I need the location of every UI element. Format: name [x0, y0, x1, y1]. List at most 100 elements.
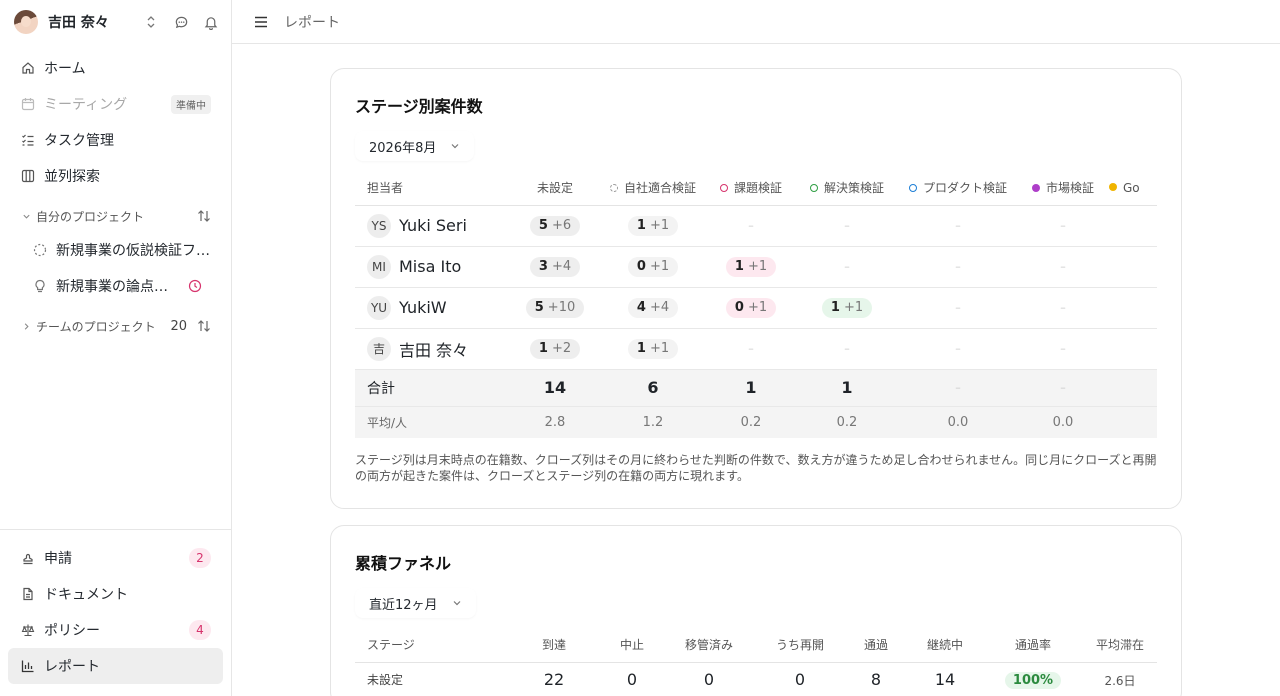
chevron-down-icon: [452, 598, 462, 608]
nav-policy[interactable]: ポリシー 4: [8, 612, 223, 648]
closed-count: +4: [649, 300, 670, 315]
owner-cell: MI Misa Ito: [355, 246, 507, 288]
nav-home[interactable]: ホーム: [0, 50, 231, 86]
owner-name: YukiW: [399, 298, 447, 317]
count-pill[interactable]: 3 +4: [529, 256, 581, 277]
total-issue: 1: [703, 369, 799, 407]
empty-cell: –: [895, 328, 1021, 370]
count-pill[interactable]: 1 +1: [725, 256, 777, 277]
pink-circle-icon: [719, 183, 728, 192]
count-pill[interactable]: 4 +4: [627, 297, 679, 318]
my-projects-header[interactable]: 自分のプロジェクト: [0, 200, 231, 232]
nav-report[interactable]: レポート: [8, 648, 223, 684]
stage-note: ステージ列は月末時点の在籍数、クローズ列はその月に終わらせた判断の件数で、数え方…: [355, 453, 1157, 483]
topbar: レポート: [232, 0, 1280, 44]
yellow-dot-icon: [1109, 183, 1117, 192]
count-pill[interactable]: 1 +1: [821, 297, 873, 318]
empty-cell: –: [895, 205, 1021, 247]
reached-cell: 22: [507, 662, 601, 696]
closed-count: +1: [649, 218, 670, 233]
fit-cell: 1 +1: [603, 205, 703, 247]
count-pill[interactable]: 0 +1: [627, 256, 679, 277]
chevron-right-icon: [22, 322, 32, 331]
sidebar-header: 吉田 奈々: [0, 0, 231, 44]
menu-icon[interactable]: [252, 13, 270, 31]
lightbulb-icon: [32, 278, 48, 294]
avg-stay-cell: 2.6日: [1083, 662, 1157, 696]
count-value: 4: [636, 300, 646, 315]
policy-count-badge: 4: [189, 620, 211, 640]
count-pill[interactable]: 1 +2: [529, 338, 581, 359]
team-projects-header[interactable]: チームのプロジェクト 20: [0, 310, 231, 342]
empty-cell: [1105, 328, 1157, 370]
count-pill[interactable]: 1 +1: [627, 338, 679, 359]
table-row[interactable]: 未設定 22 0 0 0 8 14 100% 2.6日: [355, 662, 1157, 696]
count-pill[interactable]: 5 +10: [525, 297, 585, 318]
avatar[interactable]: [14, 10, 38, 34]
col-header-owner: 担当者: [355, 171, 507, 206]
empty-cell: [1105, 205, 1157, 247]
period-select[interactable]: 2026年8月: [355, 131, 475, 161]
count-value: 0: [636, 259, 646, 274]
sidebar-bottom-nav: 申請 2 ドキュメント ポリシー 4 レポート: [0, 529, 231, 696]
count-value: 1: [636, 218, 646, 233]
project-label: 新規事業の仮説検証フレームワーク: [56, 243, 211, 259]
col-header-market-label: 市場検証: [1045, 181, 1094, 196]
apply-count-badge: 2: [189, 548, 211, 568]
total-row: 合計 14 6 1 1 – –: [355, 369, 1157, 407]
clock-icon: [188, 279, 202, 293]
chevron-down-icon: [22, 212, 32, 221]
count-pill[interactable]: 5 +6: [529, 215, 581, 236]
chevron-updown-icon[interactable]: [143, 14, 159, 30]
nav-parallel-label: 並列探索: [44, 169, 100, 185]
sort-icon[interactable]: [197, 209, 211, 223]
empty-cell: –: [799, 328, 895, 370]
avatar: YS: [367, 213, 391, 238]
bell-icon[interactable]: [203, 14, 219, 30]
nav-documents[interactable]: ドキュメント: [8, 576, 223, 612]
owner-cell: YU YukiW: [355, 287, 507, 329]
calendar-icon: [20, 96, 36, 112]
stopped-cell: 0: [601, 662, 663, 696]
table-row[interactable]: YU YukiW 5 +10 4 +4 0 +1 1 +1 – –: [355, 287, 1157, 329]
col-header-product: プロダクト検証: [895, 171, 1021, 206]
owner-cell: 吉吉田 奈々: [355, 328, 507, 370]
nav-apply[interactable]: 申請 2: [8, 540, 223, 576]
bar-chart-icon: [20, 658, 36, 674]
stage-table-header: 担当者 未設定 自社適合検証 課題検証 解決策検証 プロダクト検証 市場検証 G…: [355, 171, 1157, 206]
col-header-reopened: うち再開: [755, 628, 845, 663]
project-item[interactable]: 新規事業の仮説検証フレームワーク: [0, 232, 231, 268]
sort-icon[interactable]: [197, 319, 211, 333]
fit-cell: 0 +1: [603, 246, 703, 288]
closed-count: +1: [747, 300, 768, 315]
nav-parallel[interactable]: 並列探索: [0, 158, 231, 194]
project-item[interactable]: 新規事業の論点整理: [0, 268, 231, 304]
ongoing-cell: 14: [907, 662, 983, 696]
funnel-period-select[interactable]: 直近12ヶ月: [355, 588, 476, 618]
owner-name: Yuki Seri: [399, 216, 467, 235]
table-row[interactable]: MI Misa Ito 3 +4 0 +1 1 +1 – – –: [355, 246, 1157, 288]
purple-dot-icon: [1031, 183, 1040, 192]
col-header-avg-stay: 平均滞在: [1083, 628, 1157, 663]
count-value: 0: [734, 300, 744, 315]
nav-policy-label: ポリシー: [44, 623, 100, 639]
closed-count: +1: [649, 341, 670, 356]
empty-cell: –: [703, 328, 799, 370]
count-pill[interactable]: 1 +1: [627, 215, 679, 236]
report-content[interactable]: ステージ別案件数 2026年8月 担当者 未設定 自社適合検証 課題検証 解決策…: [232, 44, 1280, 696]
count-pill[interactable]: 0 +1: [725, 297, 777, 318]
chat-icon[interactable]: [173, 14, 189, 30]
nav-tasks[interactable]: タスク管理: [0, 122, 231, 158]
table-row[interactable]: YS Yuki Seri 5 +6 1 +1 – – – –: [355, 205, 1157, 247]
main-nav: ホーム ミーティング 準備中 タスク管理 並列探索 自分のプロジェクト 新規事業…: [0, 44, 231, 342]
col-header-solution-label: 解決策検証: [823, 181, 884, 196]
closed-count: +4: [551, 259, 572, 274]
columns-icon: [20, 168, 36, 184]
blue-circle-icon: [908, 183, 917, 192]
pass-rate-badge: 100%: [1004, 672, 1062, 689]
average-label: 平均/人: [355, 406, 507, 438]
stage-cell: 未設定: [355, 662, 507, 696]
user-name[interactable]: 吉田 奈々: [48, 12, 129, 32]
table-row[interactable]: 吉吉田 奈々 1 +2 1 +1 – – – –: [355, 328, 1157, 370]
col-header-go-label: Go: [1123, 180, 1140, 195]
